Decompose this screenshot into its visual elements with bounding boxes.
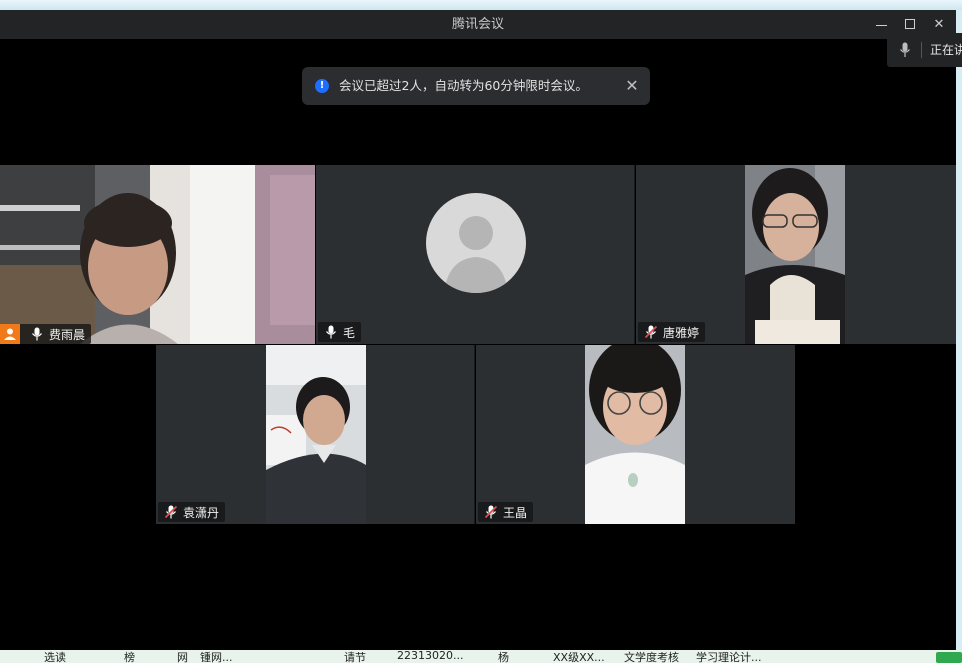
microphone-icon [29, 326, 45, 342]
taskbar-item-5[interactable]: 请节 [344, 650, 366, 663]
window-title: 腾讯会议 [451, 17, 504, 32]
participant-tile-4[interactable]: 袁潇丹 [156, 345, 475, 524]
taskbar-item-4[interactable]: 锺网... [200, 650, 233, 663]
participant-tile-2[interactable]: 毛 [316, 165, 635, 344]
meeting-window: 腾讯会议 ✕ ! 会议已超过2人，自动转为60分钟限时会议。 ✕ 费雨晨 毛 唐… [0, 10, 956, 650]
taskbar-item-8[interactable]: XX级XX... [553, 650, 605, 663]
microphone-muted-icon [643, 324, 659, 340]
participant-video-5 [585, 345, 685, 524]
participant-video-1 [0, 165, 315, 344]
microphone-icon [323, 324, 339, 340]
participant-name-4: 袁潇丹 [183, 505, 220, 520]
notification-message: 会议已超过2人，自动转为60分钟限时会议。 [339, 78, 588, 93]
separator [921, 42, 922, 58]
participant-name-tag-3: 唐雅婷 [638, 322, 706, 342]
speaking-label: 正在讲 [930, 43, 962, 57]
taskbar-item-2[interactable]: 榜 [124, 650, 135, 663]
participant-name-3: 唐雅婷 [663, 325, 700, 340]
minimize-icon[interactable] [870, 14, 892, 34]
taskbar-item-7[interactable]: 杨 [498, 650, 509, 663]
taskbar-item-3[interactable]: 网 [177, 650, 188, 663]
participant-tile-5[interactable]: 王晶 [476, 345, 795, 524]
taskbar-item-6[interactable]: 22313020... [397, 650, 463, 662]
desktop-taskbar-strip: 选读 榜 网 锺网... 请节 22313020... 杨 XX级XX... 文… [0, 650, 962, 663]
taskbar-item-1[interactable]: 选读 [44, 650, 66, 663]
close-icon[interactable]: ✕ [928, 14, 950, 34]
speaking-indicator[interactable]: 正在讲 [887, 33, 962, 67]
participant-name-5: 王晶 [503, 505, 528, 520]
info-icon: ! [315, 79, 329, 93]
participant-name-1: 费雨晨 [49, 327, 86, 342]
participant-video-3 [745, 165, 845, 344]
participant-tile-3[interactable]: 唐雅婷 [636, 165, 956, 344]
notification-close-icon[interactable]: ✕ [622, 76, 642, 96]
taskbar-item-9[interactable]: 文学度考核 [624, 650, 679, 663]
microphone-muted-icon [483, 504, 499, 520]
maximize-icon[interactable] [899, 14, 921, 34]
default-avatar-icon [426, 193, 526, 293]
host-user-icon [0, 324, 20, 344]
participant-name-tag-5: 王晶 [478, 502, 534, 522]
microphone-muted-icon [163, 504, 179, 520]
desktop-background-top [0, 0, 962, 10]
taskbar-item-10[interactable]: 学习理论计... [696, 650, 762, 663]
microphone-icon [899, 42, 911, 61]
participant-name-tag-4: 袁潇丹 [158, 502, 226, 522]
title-bar: 腾讯会议 ✕ [0, 10, 956, 39]
participant-name-2: 毛 [343, 325, 356, 340]
taskbar-status-indicator [936, 652, 962, 663]
participant-video-4 [266, 345, 366, 524]
meeting-limit-notification: ! 会议已超过2人，自动转为60分钟限时会议。 ✕ [302, 67, 650, 105]
participant-name-tag-2: 毛 [318, 322, 362, 342]
participant-tile-1[interactable]: 费雨晨 [0, 165, 315, 344]
participant-name-tag-1: 费雨晨 [0, 324, 92, 344]
